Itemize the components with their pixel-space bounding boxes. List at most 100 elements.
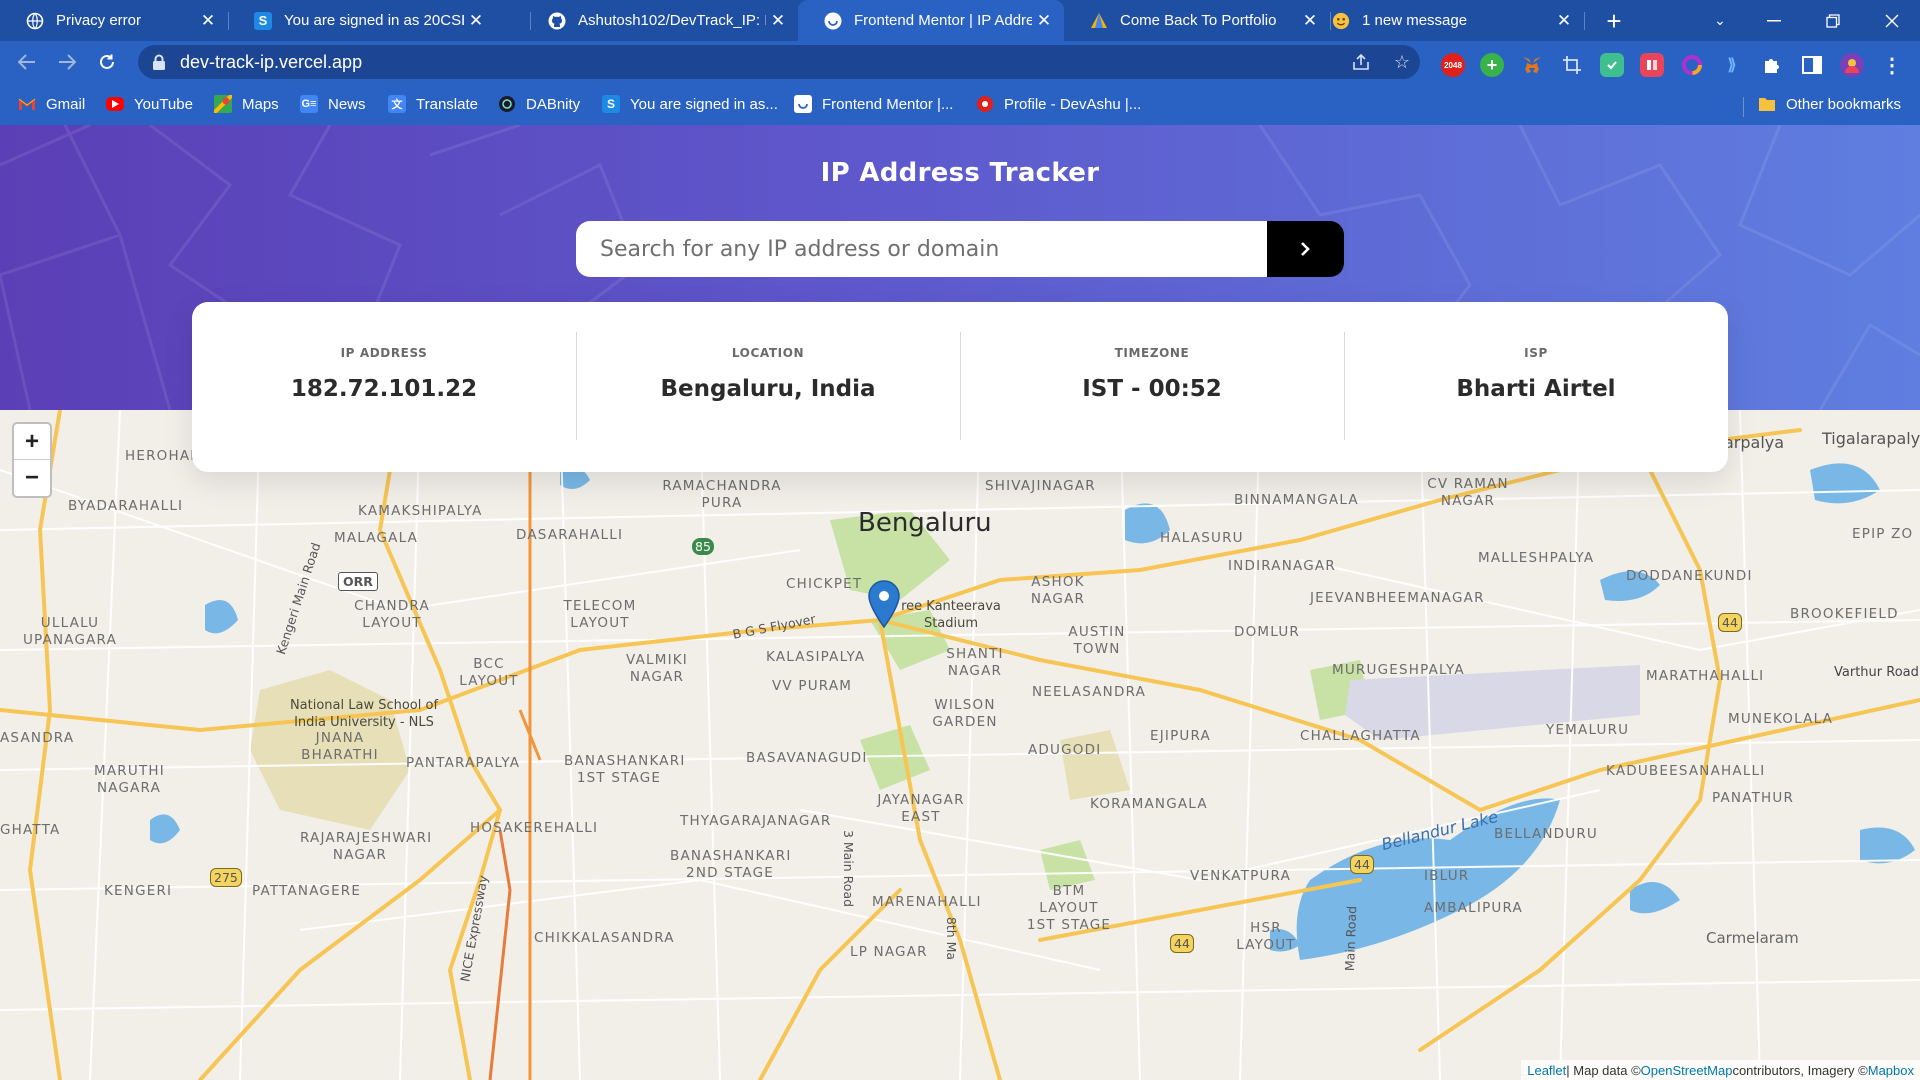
triangle-icon	[1090, 12, 1108, 30]
bookmark-maps[interactable]: Maps	[214, 94, 279, 114]
tab-title: Ashutosh102/DevTrack_IP: I	[578, 12, 766, 29]
map-label: TELECOM LAYOUT	[563, 598, 637, 631]
bookmark-news[interactable]: G≡ News	[300, 94, 366, 114]
map-label: PANATHUR	[1712, 790, 1795, 806]
metamask-fox-icon[interactable]	[1520, 53, 1544, 77]
map-label: BTM LAYOUT 1ST STAGE	[1026, 883, 1112, 933]
bookmark-label: Maps	[242, 95, 279, 113]
close-window-button[interactable]	[1864, 0, 1920, 41]
restore-button[interactable]	[1805, 0, 1861, 41]
zoom-out-button[interactable]: −	[14, 460, 50, 496]
chevron-right-icon	[1301, 242, 1310, 256]
search-submit-button[interactable]	[1267, 221, 1344, 277]
bookmark-dabnity[interactable]: DABnity	[498, 94, 580, 114]
highway-shield: 44	[1718, 613, 1742, 632]
close-tab-icon[interactable]: ✕	[464, 9, 488, 33]
extension-red-icon[interactable]	[1640, 53, 1664, 77]
map-view[interactable]: Bengaluru HEROHALLI BYADARAHALLI KAMAKSH…	[0, 410, 1920, 1080]
frontend-mentor-icon	[794, 95, 812, 113]
tab-frontend-mentor[interactable]: Frontend Mentor | IP Addre ✕	[798, 0, 1064, 41]
map-label: arpalya	[1724, 433, 1785, 452]
campus-area	[1060, 730, 1130, 800]
map-label: MARUTHI NAGARA	[94, 763, 165, 796]
bookmark-frontend-mentor[interactable]: Frontend Mentor |...	[794, 94, 953, 114]
back-button[interactable]	[12, 47, 42, 77]
lake	[205, 600, 238, 634]
info-value: 182.72.101.22	[290, 376, 478, 402]
tab-search-chevron-icon[interactable]: ⌄	[1692, 0, 1748, 41]
lake	[1810, 463, 1880, 504]
bookmark-youtube[interactable]: YouTube	[106, 94, 193, 114]
new-tab-button[interactable]: +	[1598, 5, 1630, 37]
map-label: HALASURU	[1160, 530, 1244, 546]
info-value: IST - 00:52	[1082, 376, 1222, 402]
close-tab-icon[interactable]: ✕	[1552, 9, 1576, 33]
map-road-label: 8th Ma	[944, 916, 960, 961]
map-label: BELLANDURU	[1494, 826, 1599, 842]
leaflet-link[interactable]: Leaflet	[1527, 1063, 1566, 1078]
ip-info-card: IP ADDRESS 182.72.101.22 LOCATION Bengal…	[192, 302, 1728, 472]
map-label: MURUGESHPALYA	[1332, 662, 1465, 678]
bookmark-star-icon[interactable]: ☆	[1390, 50, 1414, 74]
close-tab-icon[interactable]: ✕	[196, 9, 220, 33]
menu-kebab-icon[interactable]: ⋮	[1880, 53, 1904, 77]
zoom-in-button[interactable]: +	[14, 424, 50, 460]
tab-divider	[1584, 12, 1585, 30]
map-label: BCC LAYOUT	[459, 656, 519, 689]
s-icon: S	[254, 11, 272, 30]
close-tab-icon[interactable]: ✕	[766, 9, 790, 33]
minimize-button[interactable]	[1746, 0, 1802, 41]
openstreetmap-link[interactable]: OpenStreetMap	[1641, 1063, 1733, 1078]
forward-button[interactable]	[52, 47, 82, 77]
tab-github[interactable]: Ashutosh102/DevTrack_IP: I ✕	[522, 0, 798, 41]
extension-green-icon[interactable]	[1600, 53, 1624, 77]
tab-signed-in[interactable]: S You are signed in as 20CSE ✕	[228, 0, 496, 41]
extension-2048-icon[interactable]: 2048	[1441, 53, 1465, 77]
profile-avatar[interactable]	[1840, 53, 1864, 77]
map-label: BANASHANKARI 1ST STAGE	[564, 753, 686, 786]
extension-add-icon[interactable]: +	[1480, 53, 1504, 77]
park-area	[860, 725, 930, 790]
ip-search-input[interactable]	[576, 221, 1267, 277]
map-label: DODDANEKUNDI	[1626, 568, 1753, 584]
extensions-puzzle-icon[interactable]	[1760, 53, 1784, 77]
map-label: MUNEKOLALA	[1728, 711, 1834, 727]
side-panel-icon[interactable]	[1800, 53, 1824, 77]
info-isp: ISP Bharti Airtel	[1344, 302, 1728, 472]
extension-wave-icon[interactable]: ⟫	[1720, 53, 1744, 77]
tab-privacy-error[interactable]: Privacy error ✕	[0, 0, 228, 41]
share-icon[interactable]	[1349, 50, 1373, 74]
map-label: GHATTA	[0, 822, 61, 838]
map-label: JNANA BHARATHI	[301, 730, 379, 763]
bookmark-label: You are signed in as...	[630, 95, 778, 113]
close-tab-icon[interactable]: ✕	[1032, 9, 1056, 33]
bookmark-label: Profile - DevAshu |...	[1004, 95, 1142, 113]
bookmark-profile[interactable]: Profile - DevAshu |...	[976, 94, 1141, 114]
news-icon: G≡	[300, 95, 318, 113]
tab-portfolio[interactable]: Come Back To Portfolio ✕	[1064, 0, 1330, 41]
info-value: Bengaluru, India	[660, 376, 876, 402]
map-attribution: Leaflet | Map data © OpenStreetMap contr…	[1521, 1060, 1920, 1080]
screenshot-extension-icon[interactable]	[1560, 53, 1584, 77]
reload-button[interactable]	[92, 47, 122, 77]
bookmark-translate[interactable]: 文 Translate	[388, 94, 478, 114]
location-marker-icon[interactable]	[868, 580, 900, 628]
map-label: BYADARAHALLI	[68, 498, 184, 514]
lock-icon	[152, 54, 166, 70]
browser-toolbar: dev-track-ip.vercel.app ☆ 2048 + ⟫ ⋮	[0, 41, 1920, 83]
lake	[1630, 882, 1680, 914]
bookmark-signed-in[interactable]: S You are signed in as...	[602, 94, 778, 114]
bookmark-gmail[interactable]: Gmail	[18, 94, 85, 114]
map-label: MALAGALA	[334, 530, 419, 546]
mapbox-link[interactable]: Mapbox	[1868, 1063, 1914, 1078]
highway-shield: ORR	[338, 572, 378, 591]
map-label: KAMAKSHIPALYA	[358, 503, 483, 519]
extension-color-ring-icon[interactable]	[1680, 53, 1704, 77]
bookmark-label: YouTube	[134, 95, 193, 113]
info-timezone: TIMEZONE IST - 00:52	[960, 302, 1344, 472]
lake	[1860, 827, 1915, 864]
map-label: EPIP ZO	[1852, 526, 1914, 542]
other-bookmarks[interactable]: Other bookmarks	[1758, 94, 1901, 114]
address-bar[interactable]: dev-track-ip.vercel.app	[138, 45, 1420, 79]
tab-new-message[interactable]: 1 new message ✕	[1306, 0, 1584, 41]
